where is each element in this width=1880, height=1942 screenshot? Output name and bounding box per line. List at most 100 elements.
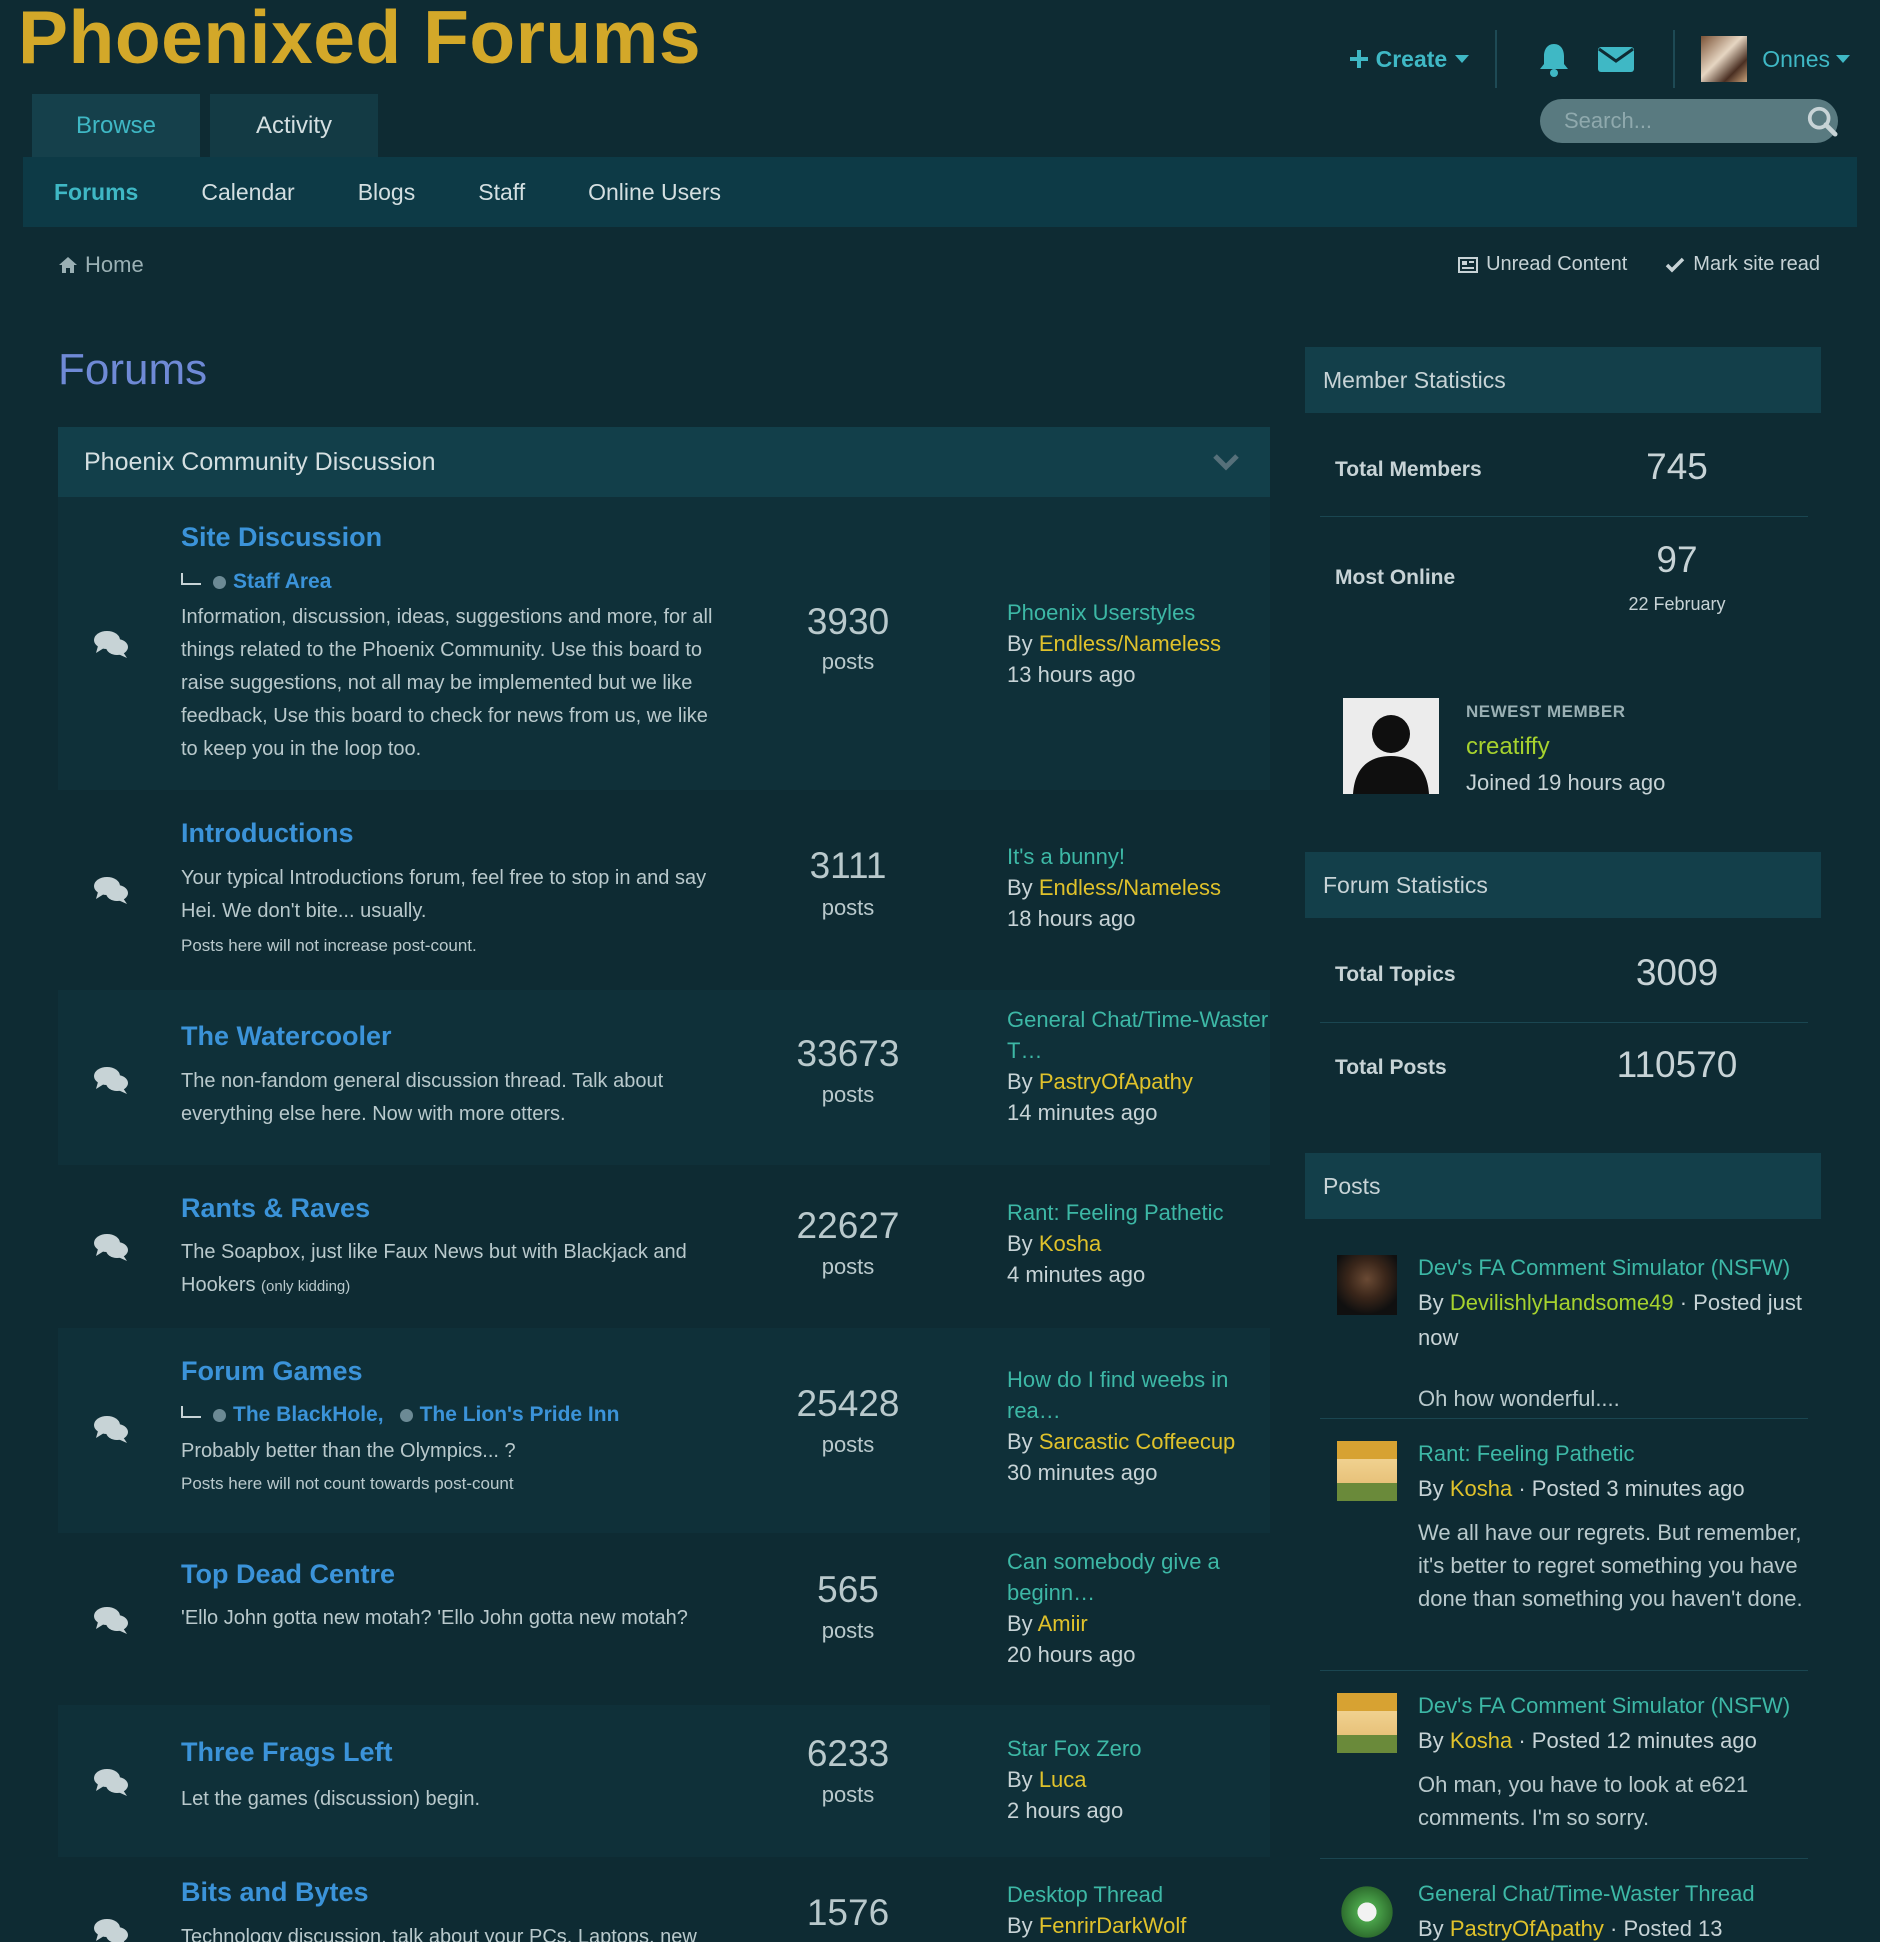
post-author-avatar[interactable] [1337, 1882, 1397, 1942]
by-label: By [1418, 1916, 1444, 1941]
by-label: By [1007, 1429, 1033, 1454]
by-label: By [1007, 1611, 1033, 1636]
forum-title[interactable]: Bits and Bytes [181, 1877, 369, 1908]
last-post-user[interactable]: Endless/Nameless [1039, 875, 1221, 900]
page-actions: Unread Content Mark site read [1420, 253, 1820, 276]
post-count: 3930 [806, 601, 890, 642]
forum-title[interactable]: Rants & Raves [181, 1193, 370, 1224]
breadcrumb[interactable]: Home [58, 252, 144, 278]
sub-nav: Forums Calendar Blogs Staff Online Users [23, 157, 1857, 227]
last-post-user[interactable]: Amiir [1038, 1611, 1088, 1636]
last-post-topic[interactable]: Rant: Feeling Pathetic [1007, 1197, 1272, 1228]
forum-title[interactable]: Introductions [181, 818, 353, 849]
last-post-user[interactable]: Endless/Nameless [1039, 631, 1221, 656]
total-topics-label: Total Topics [1335, 963, 1456, 986]
last-post-user[interactable]: Sarcastic Coffeecup [1039, 1429, 1235, 1454]
tab-activity[interactable]: Activity [210, 94, 378, 157]
post-author-link[interactable]: PastryOfApathy [1450, 1916, 1604, 1941]
create-label: Create [1375, 45, 1448, 72]
last-post-topic[interactable]: Phoenix Userstyles [1007, 597, 1272, 628]
mark-site-read-link[interactable]: Mark site read [1665, 253, 1820, 276]
unread-dot-icon [399, 1408, 413, 1422]
forum-title[interactable]: Forum Games [181, 1356, 363, 1387]
last-post-topic[interactable]: Can somebody give a beginn… [1007, 1546, 1272, 1608]
comments-icon [94, 1234, 128, 1261]
forum-row: Forum Games The BlackHole, The Lion's Pr… [58, 1328, 1270, 1533]
last-post: Desktop Thread By FenrirDarkWolf [1007, 1879, 1270, 1941]
recent-post-item: Dev's FA Comment Simulator (NSFW) By Kos… [1320, 1688, 1815, 1850]
last-post-user[interactable]: PastryOfApathy [1039, 1069, 1193, 1094]
comments-icon [94, 631, 128, 658]
newest-member-name[interactable]: creatiffy [1466, 733, 1550, 761]
by-label: By [1007, 631, 1033, 656]
last-post-topic[interactable]: How do I find weebs in rea… [1007, 1364, 1272, 1426]
post-author-avatar[interactable] [1337, 1255, 1397, 1315]
nav-blogs[interactable]: Blogs [358, 179, 416, 206]
subforum-link[interactable]: The BlackHole, [213, 1403, 384, 1427]
nav-staff[interactable]: Staff [478, 179, 525, 206]
last-post-topic[interactable]: General Chat/Time-Waster T… [1007, 1004, 1272, 1066]
forum-title[interactable]: Three Frags Left [181, 1737, 393, 1768]
forum-stats-title: Forum Statistics [1323, 871, 1488, 898]
last-post: How do I find weebs in rea… By Sarcastic… [1007, 1364, 1272, 1488]
caret-down-icon [1836, 55, 1850, 63]
post-meta: · Posted 13 [1610, 1916, 1723, 1941]
forum-note: Posts here will not increase post-count. [181, 936, 477, 955]
site-title[interactable]: Phoenixed Forums [18, 0, 701, 80]
post-count: 565 [817, 1569, 879, 1610]
forum-title[interactable]: Top Dead Centre [181, 1559, 395, 1590]
chevron-down-icon[interactable] [1212, 453, 1240, 471]
subforum-link[interactable]: The Lion's Pride Inn [399, 1403, 619, 1427]
user-avatar[interactable] [1701, 36, 1748, 82]
post-author-link[interactable]: DevilishlyHandsome49 [1450, 1290, 1674, 1315]
subforum-link[interactable]: Staff Area [213, 570, 331, 594]
search-icon[interactable] [1806, 104, 1838, 138]
last-post-user[interactable]: Kosha [1039, 1231, 1101, 1256]
post-author-link[interactable]: Kosha [1450, 1728, 1512, 1753]
forum-title[interactable]: Site Discussion [181, 522, 382, 553]
post-count: 22627 [796, 1205, 900, 1246]
post-author-avatar[interactable] [1337, 1441, 1397, 1501]
by-label: By [1418, 1728, 1444, 1753]
post-author-link[interactable]: Kosha [1450, 1476, 1512, 1501]
envelope-icon[interactable] [1597, 40, 1635, 78]
last-post: Can somebody give a beginn… By Amiir 20 … [1007, 1546, 1272, 1670]
forum-description-text: The Soapbox, just like Faux News but wit… [181, 1241, 687, 1296]
mark-site-read-label: Mark site read [1693, 253, 1820, 275]
post-header: Dev's FA Comment Simulator (NSFW) By Kos… [1418, 1688, 1813, 1758]
home-icon [59, 257, 77, 273]
post-author-avatar[interactable] [1337, 1693, 1397, 1753]
last-post-topic[interactable]: Star Fox Zero [1007, 1733, 1272, 1764]
total-posts-label: Total Posts [1335, 1056, 1447, 1079]
nav-online-users[interactable]: Online Users [588, 179, 721, 206]
create-button[interactable]: Create [1349, 45, 1470, 73]
post-count-label: posts [821, 649, 875, 674]
checkmark-icon [1666, 257, 1685, 272]
forum-note: Posts here will not count towards post-c… [181, 1474, 514, 1493]
user-menu[interactable]: Onnes [1762, 46, 1850, 73]
forum-title[interactable]: The Watercooler [181, 1021, 392, 1052]
tab-browse[interactable]: Browse [32, 94, 200, 157]
category-header[interactable]: Phoenix Community Discussion [58, 427, 1270, 497]
username: Onnes [1762, 45, 1830, 72]
post-topic-link[interactable]: Rant: Feeling Pathetic [1418, 1436, 1813, 1471]
last-post-user[interactable]: FenrirDarkWolf [1039, 1913, 1187, 1938]
post-topic-link[interactable]: General Chat/Time-Waster Thread [1418, 1876, 1813, 1911]
unread-content-link[interactable]: Unread Content [1458, 253, 1627, 276]
last-post-time: 13 hours ago [1007, 662, 1136, 687]
last-post-topic[interactable]: Desktop Thread [1007, 1879, 1270, 1910]
recent-post-item: Rant: Feeling Pathetic By Kosha · Posted… [1320, 1436, 1815, 1668]
last-post-topic[interactable]: It's a bunny! [1007, 841, 1272, 872]
nav-forums[interactable]: Forums [54, 179, 138, 206]
post-topic-link[interactable]: Dev's FA Comment Simulator (NSFW) [1418, 1688, 1813, 1723]
newest-member-avatar[interactable] [1343, 698, 1439, 794]
search-input[interactable] [1562, 107, 1796, 135]
bell-icon[interactable] [1535, 40, 1573, 78]
nav-calendar[interactable]: Calendar [201, 179, 294, 206]
post-topic-link[interactable]: Dev's FA Comment Simulator (NSFW) [1418, 1250, 1813, 1285]
last-post-user[interactable]: Luca [1039, 1767, 1087, 1792]
caret-down-icon [1455, 55, 1470, 63]
divider [1320, 1858, 1808, 1859]
search-box [1540, 99, 1838, 143]
subforum-list: Staff Area [181, 570, 331, 594]
